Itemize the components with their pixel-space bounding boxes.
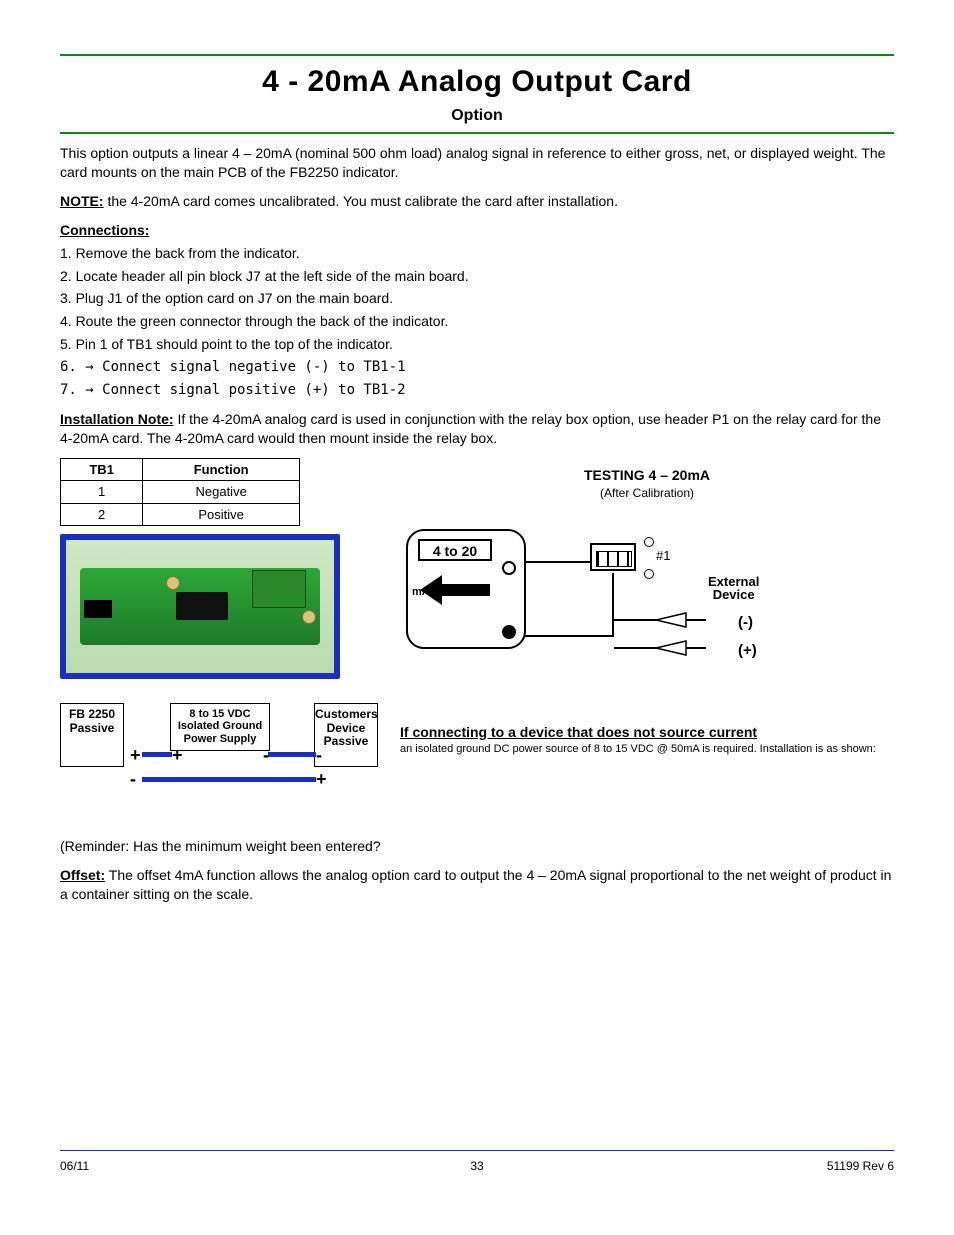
passive-wiring-diagram: FB 2250 Passive 8 to 15 VDC Isolated Gro… bbox=[60, 697, 400, 817]
note-text: the 4-20mA card comes uncalibrated. You … bbox=[104, 193, 618, 209]
minus-sign: - bbox=[130, 767, 136, 791]
passive-fb-line2: Passive bbox=[61, 722, 123, 735]
pcb-connector bbox=[252, 570, 306, 608]
testing-heading: TESTING 4 – 20mA bbox=[400, 466, 894, 485]
test-diagram: 4 to 20 mA #1 bbox=[400, 525, 860, 705]
tb1-r2b: Positive bbox=[143, 503, 300, 526]
tb1-hole-icon bbox=[644, 537, 654, 547]
install-note-text: If the 4-20mA analog card is used in con… bbox=[60, 411, 881, 446]
passive-cd-line1: Customers bbox=[315, 708, 377, 721]
conn-step: 4. Route the green connector through the… bbox=[78, 312, 894, 331]
wire bbox=[524, 561, 590, 563]
passive-ps-line3: Power Supply bbox=[171, 733, 269, 745]
wire bbox=[524, 635, 614, 637]
minus-label: (-) bbox=[738, 613, 753, 633]
wire-blue bbox=[268, 752, 316, 757]
tb1-connector-icon bbox=[590, 543, 636, 571]
conn-step: 6. → Connect signal negative (-) to TB1-… bbox=[78, 358, 894, 377]
footer-rev: 51199 Rev 6 bbox=[827, 1158, 894, 1174]
tb1-h1: TB1 bbox=[61, 458, 143, 481]
rule-top bbox=[60, 54, 894, 56]
no-source-heading: If connecting to a device that does not … bbox=[400, 723, 894, 742]
wire bbox=[614, 619, 658, 621]
connections-list: 1. Remove the back from the indicator. 2… bbox=[60, 244, 894, 400]
plus-sign: + bbox=[172, 743, 183, 767]
pcb-photo bbox=[60, 534, 340, 679]
passive-ps-line2: Isolated Ground bbox=[171, 720, 269, 732]
tb1-r1a: 1 bbox=[61, 481, 143, 504]
multimeter-icon: 4 to 20 mA bbox=[406, 529, 526, 649]
conn-step: 2. Locate header all pin block J7 at the… bbox=[78, 267, 894, 286]
passive-fb-line1: FB 2250 bbox=[61, 708, 123, 721]
plus-label: (+) bbox=[738, 641, 757, 661]
offset-text: The offset 4mA function allows the analo… bbox=[60, 867, 891, 902]
page-title: 4 - 20mA Analog Output Card bbox=[60, 62, 894, 103]
install-note-label: Installation Note: bbox=[60, 411, 174, 427]
passive-cd-line2: Device bbox=[315, 722, 377, 735]
wire bbox=[612, 573, 614, 637]
wire-blue bbox=[142, 752, 172, 757]
wire bbox=[614, 647, 658, 649]
ext-line2: Device bbox=[713, 587, 755, 602]
rule-bottom bbox=[60, 132, 894, 134]
pcb-header bbox=[84, 600, 112, 618]
plus-sign: + bbox=[316, 767, 327, 791]
probe-icon bbox=[656, 611, 706, 629]
page-number: 33 bbox=[470, 1158, 483, 1174]
intro-paragraph: This option outputs a linear 4 – 20mA (n… bbox=[60, 144, 894, 182]
pcb-chip bbox=[176, 592, 228, 620]
meter-jack-top bbox=[502, 561, 516, 575]
tb1-r1b: Negative bbox=[143, 481, 300, 504]
probe-icon bbox=[656, 639, 706, 657]
wire-blue bbox=[142, 777, 316, 782]
footer-rule bbox=[60, 1150, 894, 1151]
footer-date: 06/11 bbox=[60, 1158, 89, 1174]
connections-heading: Connections: bbox=[60, 221, 894, 240]
testing-sub: (After Calibration) bbox=[400, 485, 894, 501]
meter-readout: 4 to 20 bbox=[418, 539, 492, 561]
conn-step: 1. Remove the back from the indicator. bbox=[78, 244, 894, 263]
tb1-table: TB1Function 1Negative 2Positive bbox=[60, 458, 300, 527]
page-subtitle: Option bbox=[60, 105, 894, 127]
tb1-hole-icon bbox=[644, 569, 654, 579]
conn-step: 5. Pin 1 of TB1 should point to the top … bbox=[78, 335, 894, 354]
passive-cd-line3: Passive bbox=[315, 735, 377, 748]
offset-reminder: (Reminder: Has the minimum weight been e… bbox=[60, 838, 381, 854]
conn-step: 3. Plug J1 of the option card on J7 on t… bbox=[78, 289, 894, 308]
pin1-label: #1 bbox=[656, 547, 670, 565]
passive-ps-line1: 8 to 15 VDC bbox=[171, 708, 269, 720]
note-label: NOTE: bbox=[60, 193, 104, 209]
no-source-sub: an isolated ground DC power source of 8 … bbox=[400, 742, 894, 757]
plus-sign: + bbox=[130, 743, 141, 767]
tb1-h2: Function bbox=[143, 458, 300, 481]
offset-label: Offset: bbox=[60, 867, 105, 883]
external-device-label: External Device bbox=[708, 575, 759, 602]
conn-step: 7. → Connect signal positive (+) to TB1-… bbox=[78, 381, 894, 400]
tb1-r2a: 2 bbox=[61, 503, 143, 526]
minus-sign: - bbox=[316, 743, 322, 767]
meter-jack-bottom bbox=[502, 625, 516, 639]
arrow-left-icon bbox=[420, 575, 490, 605]
